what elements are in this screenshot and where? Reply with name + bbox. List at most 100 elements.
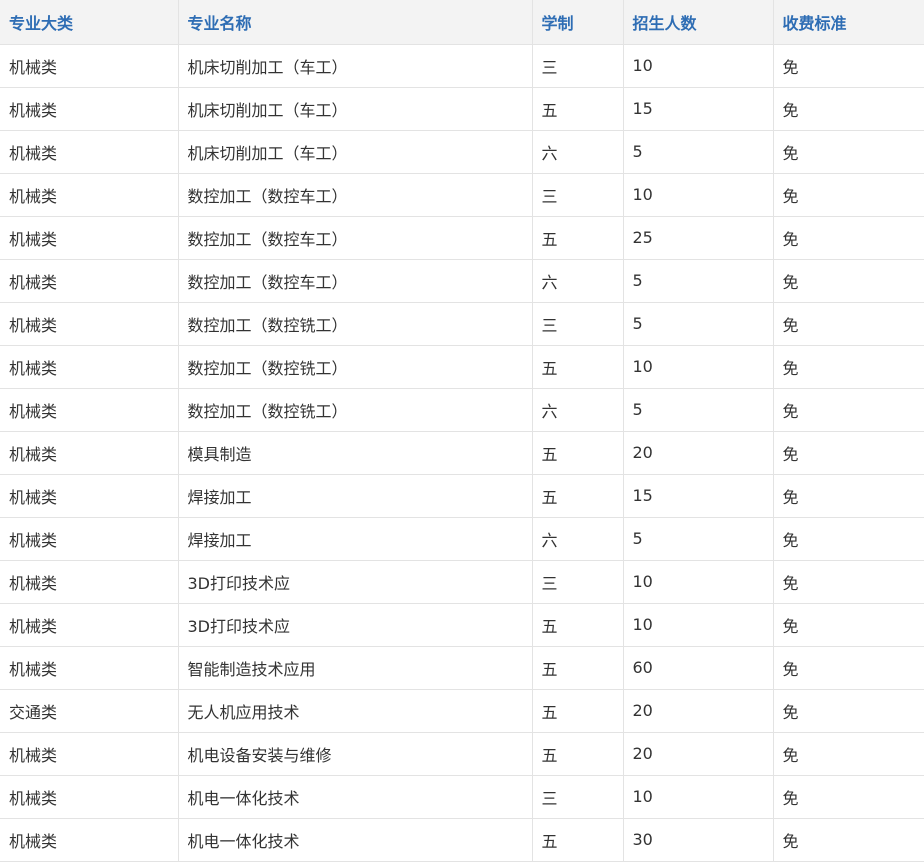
cell-duration: 五 — [531, 215, 624, 260]
cell-duration: 五 — [531, 430, 624, 475]
enrollment-table: 专业大类 专业名称 学制 招生人数 收费标准 机械类 机床切削加工（车工） 三 … — [0, 0, 924, 862]
cell-major-name: 焊接加工 — [177, 473, 533, 518]
cell-category: 机械类 — [0, 215, 179, 260]
table-row: 机械类 数控加工（数控铣工） 三 5 免 — [0, 301, 924, 346]
cell-major-name: 数控加工（数控车工） — [177, 258, 533, 303]
cell-enrollment: 20 — [622, 731, 774, 776]
cell-duration: 三 — [531, 43, 624, 88]
cell-enrollment: 5 — [622, 516, 774, 561]
cell-enrollment: 10 — [622, 602, 774, 647]
table-row: 交通类 无人机应用技术 五 20 免 — [0, 688, 924, 733]
cell-category: 机械类 — [0, 645, 179, 690]
cell-fee: 免 — [772, 473, 924, 518]
cell-category: 机械类 — [0, 172, 179, 217]
table-row: 机械类 焊接加工 六 5 免 — [0, 516, 924, 561]
cell-major-name: 机电一体化技术 — [177, 774, 533, 819]
cell-enrollment: 5 — [622, 258, 774, 303]
cell-major-name: 无人机应用技术 — [177, 688, 533, 733]
cell-category: 机械类 — [0, 129, 179, 174]
cell-major-name: 数控加工（数控铣工） — [177, 301, 533, 346]
table-row: 机械类 3D打印技术应 五 10 免 — [0, 602, 924, 647]
header-row: 专业大类 专业名称 学制 招生人数 收费标准 — [0, 0, 924, 45]
cell-enrollment: 10 — [622, 774, 774, 819]
cell-fee: 免 — [772, 215, 924, 260]
cell-duration: 五 — [531, 473, 624, 518]
header-enrollment: 招生人数 — [622, 0, 774, 45]
cell-duration: 五 — [531, 86, 624, 131]
cell-major-name: 3D打印技术应 — [177, 602, 533, 647]
cell-fee: 免 — [772, 688, 924, 733]
cell-category: 机械类 — [0, 731, 179, 776]
cell-enrollment: 30 — [622, 817, 774, 862]
cell-major-name: 机床切削加工（车工） — [177, 86, 533, 131]
cell-enrollment: 10 — [622, 559, 774, 604]
table-row: 机械类 数控加工（数控车工） 三 10 免 — [0, 172, 924, 217]
cell-major-name: 机床切削加工（车工） — [177, 129, 533, 174]
cell-duration: 六 — [531, 387, 624, 432]
table-row: 机械类 机床切削加工（车工） 五 15 免 — [0, 86, 924, 131]
cell-category: 机械类 — [0, 473, 179, 518]
cell-major-name: 数控加工（数控铣工） — [177, 344, 533, 389]
cell-duration: 三 — [531, 774, 624, 819]
cell-major-name: 数控加工（数控铣工） — [177, 387, 533, 432]
cell-fee: 免 — [772, 86, 924, 131]
table-row: 机械类 智能制造技术应用 五 60 免 — [0, 645, 924, 690]
header-major-name: 专业名称 — [177, 0, 533, 45]
cell-duration: 五 — [531, 344, 624, 389]
cell-category: 机械类 — [0, 559, 179, 604]
cell-fee: 免 — [772, 731, 924, 776]
table-row: 机械类 3D打印技术应 三 10 免 — [0, 559, 924, 604]
cell-fee: 免 — [772, 774, 924, 819]
cell-category: 机械类 — [0, 387, 179, 432]
cell-fee: 免 — [772, 129, 924, 174]
cell-category: 机械类 — [0, 86, 179, 131]
cell-enrollment: 10 — [622, 344, 774, 389]
cell-duration: 五 — [531, 645, 624, 690]
cell-major-name: 机电一体化技术 — [177, 817, 533, 862]
cell-enrollment: 5 — [622, 301, 774, 346]
cell-fee: 免 — [772, 301, 924, 346]
cell-category: 机械类 — [0, 43, 179, 88]
cell-duration: 五 — [531, 688, 624, 733]
cell-category: 机械类 — [0, 344, 179, 389]
cell-major-name: 模具制造 — [177, 430, 533, 475]
table-row: 机械类 数控加工（数控车工） 六 5 免 — [0, 258, 924, 303]
cell-enrollment: 10 — [622, 43, 774, 88]
cell-enrollment: 5 — [622, 129, 774, 174]
cell-fee: 免 — [772, 43, 924, 88]
cell-category: 机械类 — [0, 301, 179, 346]
cell-major-name: 焊接加工 — [177, 516, 533, 561]
cell-category: 机械类 — [0, 817, 179, 862]
cell-fee: 免 — [772, 430, 924, 475]
cell-fee: 免 — [772, 172, 924, 217]
cell-major-name: 机电设备安装与维修 — [177, 731, 533, 776]
cell-duration: 三 — [531, 559, 624, 604]
cell-duration: 六 — [531, 258, 624, 303]
cell-duration: 六 — [531, 516, 624, 561]
cell-fee: 免 — [772, 516, 924, 561]
cell-fee: 免 — [772, 258, 924, 303]
cell-enrollment: 20 — [622, 688, 774, 733]
cell-enrollment: 25 — [622, 215, 774, 260]
cell-fee: 免 — [772, 817, 924, 862]
table-row: 机械类 数控加工（数控铣工） 五 10 免 — [0, 344, 924, 389]
cell-enrollment: 15 — [622, 473, 774, 518]
cell-enrollment: 15 — [622, 86, 774, 131]
table-row: 机械类 机床切削加工（车工） 六 5 免 — [0, 129, 924, 174]
cell-major-name: 数控加工（数控车工） — [177, 215, 533, 260]
cell-enrollment: 60 — [622, 645, 774, 690]
cell-enrollment: 10 — [622, 172, 774, 217]
cell-category: 机械类 — [0, 258, 179, 303]
cell-duration: 五 — [531, 602, 624, 647]
cell-duration: 五 — [531, 817, 624, 862]
table-row: 机械类 机电一体化技术 三 10 免 — [0, 774, 924, 819]
cell-category: 机械类 — [0, 430, 179, 475]
cell-fee: 免 — [772, 602, 924, 647]
cell-category: 机械类 — [0, 602, 179, 647]
header-duration: 学制 — [531, 0, 624, 45]
cell-duration: 五 — [531, 731, 624, 776]
cell-major-name: 智能制造技术应用 — [177, 645, 533, 690]
cell-duration: 三 — [531, 172, 624, 217]
cell-major-name: 3D打印技术应 — [177, 559, 533, 604]
header-category: 专业大类 — [0, 0, 179, 45]
